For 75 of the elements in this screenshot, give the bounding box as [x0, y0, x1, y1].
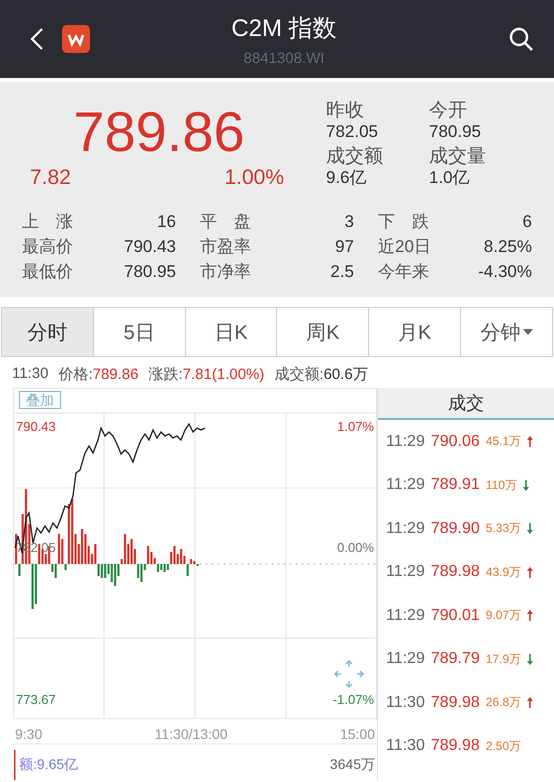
stat-value: 780.95: [124, 261, 176, 283]
trade-volume: 110万: [486, 476, 517, 494]
index-title: C2M 指数: [231, 14, 337, 44]
trade-time: 11:29: [386, 606, 425, 625]
trade-volume: 17.9万: [486, 650, 522, 668]
index-code: 8841308.WI: [244, 50, 324, 66]
stat-label: 市净率: [200, 261, 251, 283]
axis-zero-percent: 0.00%: [337, 540, 374, 555]
field-value: 9.6亿: [326, 168, 368, 188]
field-label: 昨收: [326, 100, 365, 122]
stat-value: 790.43: [124, 236, 176, 258]
trade-price: 789.98: [430, 563, 480, 582]
info-amount: 成交额:60.6万: [274, 365, 368, 384]
trade-volume: 45.1万: [486, 433, 522, 450]
trade-time: 11:30: [386, 737, 425, 756]
trade-volume: 26.8万: [486, 694, 522, 712]
field-value: 782.05: [326, 122, 379, 142]
trade-volume: 43.9万: [486, 564, 522, 581]
axis-high-percent: 1.07%: [337, 419, 374, 434]
stat-label: 近20日: [378, 236, 431, 258]
stat-label: 最高价: [22, 236, 73, 258]
trade-time: 11:30: [386, 694, 425, 712]
stat-label: 平盘: [200, 211, 251, 233]
trade-volume: 5.33万: [486, 520, 522, 538]
trade-price: 789.98: [430, 737, 480, 756]
info-price: 价格:789.86: [58, 365, 138, 384]
stat-label: 上涨: [22, 211, 73, 233]
trades-header: 成交: [378, 388, 554, 420]
stat-value: 16: [157, 211, 176, 233]
time-axis-label: 9:30: [15, 726, 42, 742]
trade-price: 789.90: [430, 520, 480, 538]
app-logo-icon: [62, 25, 90, 53]
info-change: 涨跌:7.81(1.00%): [148, 365, 264, 384]
last-price: 789.86: [72, 100, 246, 164]
trade-volume: 9.07万: [486, 607, 522, 624]
field-value: 780.95: [429, 122, 482, 142]
stat-label: 最低价: [22, 261, 73, 283]
price-change: 7.82: [30, 166, 71, 190]
trade-time: 11:29: [386, 432, 425, 451]
stat-label: 下跌: [378, 211, 429, 233]
back-icon[interactable]: [30, 27, 44, 51]
trade-price: 790.06: [430, 432, 480, 451]
stat-label: 市盈率: [200, 236, 251, 258]
time-axis-label: 11:30/13:00: [154, 726, 228, 742]
axis-low-label: 773.67: [16, 692, 56, 707]
trade-price: 789.98: [430, 694, 480, 712]
field-label: 成交额: [326, 146, 384, 168]
period-tab[interactable]: 分时: [2, 308, 93, 356]
trade-time: 11:29: [386, 563, 425, 582]
trade-price: 790.01: [430, 606, 480, 625]
stat-value: 8.25%: [484, 236, 532, 258]
axis-low-percent: -1.07%: [332, 692, 374, 707]
field-label: 今开: [429, 100, 468, 122]
field-value: 1.0亿: [429, 168, 471, 188]
info-time: 11:30: [12, 365, 48, 384]
trade-time: 11:29: [386, 520, 425, 538]
trade-time: 11:29: [386, 650, 425, 668]
amount-label: 额:9.65亿: [19, 756, 78, 774]
time-axis-label: 15:00: [340, 726, 375, 742]
volume-marker: [14, 750, 16, 780]
stat-value: -4.30%: [478, 261, 532, 283]
trade-volume: 2.50万: [486, 738, 522, 755]
volume-max-label: 3645万: [330, 756, 375, 774]
axis-high-label: 790.43: [16, 419, 56, 434]
stat-label: 今年来: [378, 261, 429, 283]
stat-value: 97: [335, 236, 354, 258]
search-icon[interactable]: [508, 26, 534, 52]
stat-value: 6: [522, 211, 532, 233]
field-label: 成交量: [429, 146, 487, 168]
trade-price: 789.79: [430, 650, 480, 668]
change-percent: 1.00%: [224, 166, 284, 190]
stat-value: 2.5: [330, 261, 354, 283]
trade-time: 11:29: [386, 476, 425, 494]
trade-price: 789.91: [430, 476, 480, 494]
stat-value: 3: [344, 211, 354, 233]
